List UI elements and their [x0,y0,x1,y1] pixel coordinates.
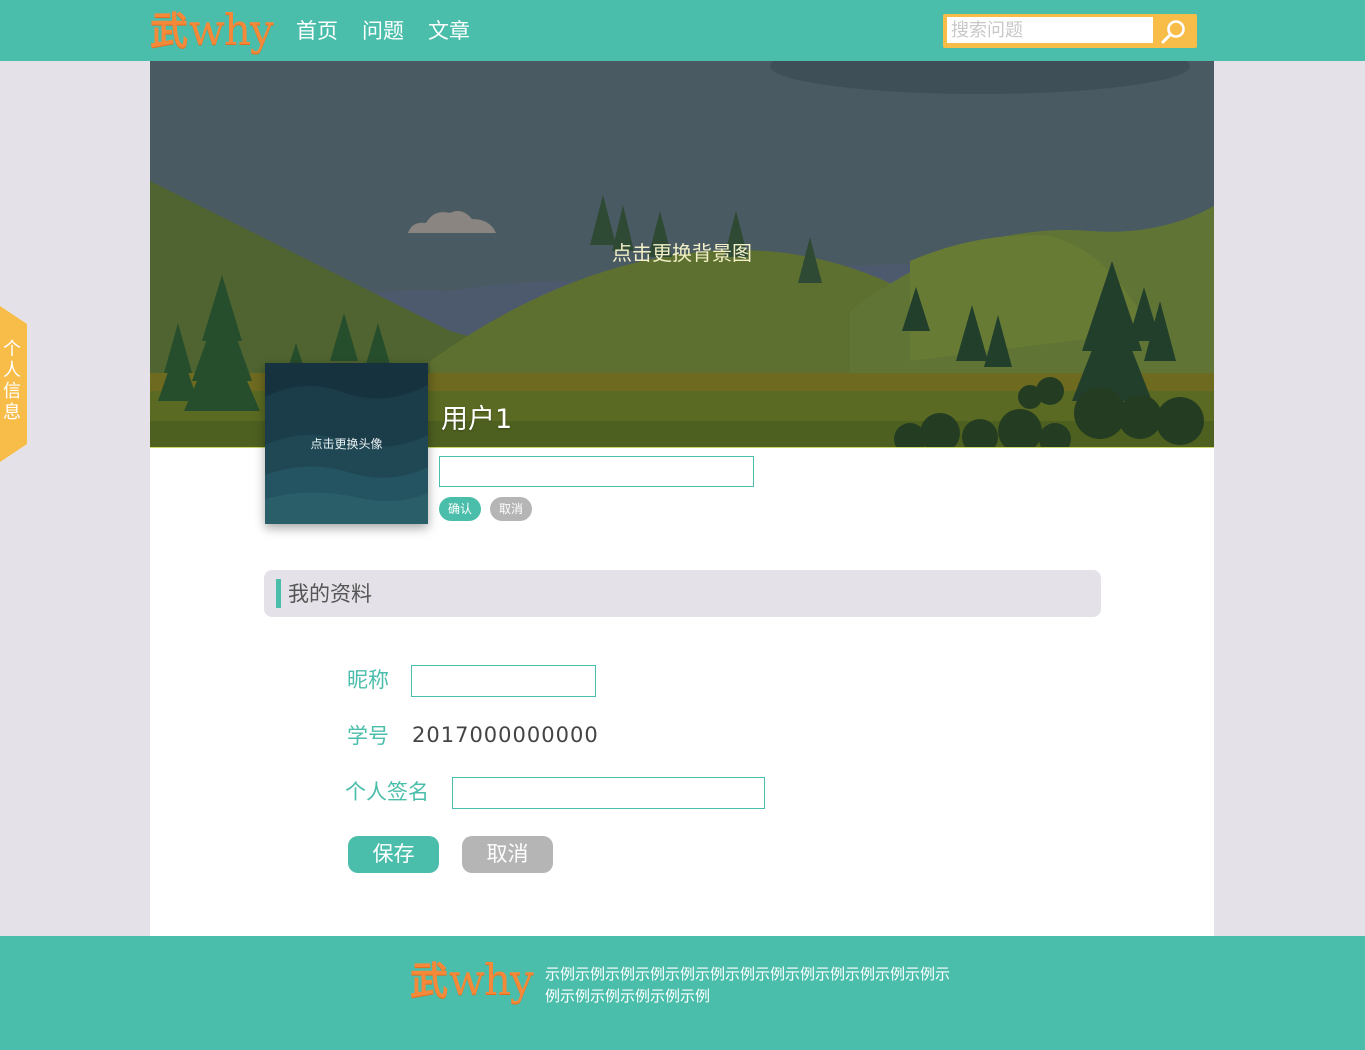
nav-item-articles[interactable]: 文章 [428,17,470,45]
student-id-value: 2017000000000 [412,723,599,747]
signature-input[interactable] [452,777,765,809]
search-input[interactable] [947,17,1153,43]
nav-item-home[interactable]: 首页 [296,17,338,45]
top-navbar: 武why 首页 问题 文章 [0,0,1365,61]
cancel-button[interactable]: 取消 [462,836,553,873]
footer-logo: 武why [410,955,534,1008]
nickname-input[interactable] [411,665,596,697]
save-button[interactable]: 保存 [348,836,439,873]
site-logo[interactable]: 武why [150,5,274,58]
footer-description: 示例示例示例示例示例示例示例示例示例示例示例示例示例示例示例示例示例示例示例 [545,965,951,1005]
section-header-my-profile: 我的资料 [264,570,1101,617]
section-accent-bar [276,579,281,608]
search-box [943,14,1197,48]
search-button[interactable] [1159,18,1187,46]
username-input[interactable] [439,456,754,487]
side-tab-label: 个人信息 [3,339,21,423]
logo-chinese-char: 武 [150,9,188,53]
student-id-label: 学号 [347,724,389,748]
confirm-username-button[interactable]: 确认 [439,497,481,521]
profile-panel: 点击更换背景图 点击更换头像 用户1 确认 取消 我的资料 昵称 学号 2017… [150,61,1214,936]
logo-latin-text: why [189,5,274,54]
avatar[interactable]: 点击更换头像 [265,363,428,524]
footer-logo-latin-text: why [449,955,534,1004]
cancel-username-button[interactable]: 取消 [490,497,532,521]
site-footer: 武why 示例示例示例示例示例示例示例示例示例示例示例示例示例示例示例示例示例示… [0,936,1365,1050]
signature-label: 个人签名 [345,780,429,804]
nav-item-questions[interactable]: 问题 [362,17,404,45]
search-icon [1161,20,1185,44]
footer-logo-chinese-char: 武 [410,959,448,1003]
change-background-label: 点击更换背景图 [612,241,752,265]
nickname-label: 昵称 [347,668,389,692]
change-avatar-label: 点击更换头像 [310,437,383,451]
side-tab-profile[interactable]: 个人信息 [0,306,27,462]
section-title: 我的资料 [288,582,372,606]
username: 用户1 [441,404,513,435]
main-nav: 首页 问题 文章 [296,17,470,45]
